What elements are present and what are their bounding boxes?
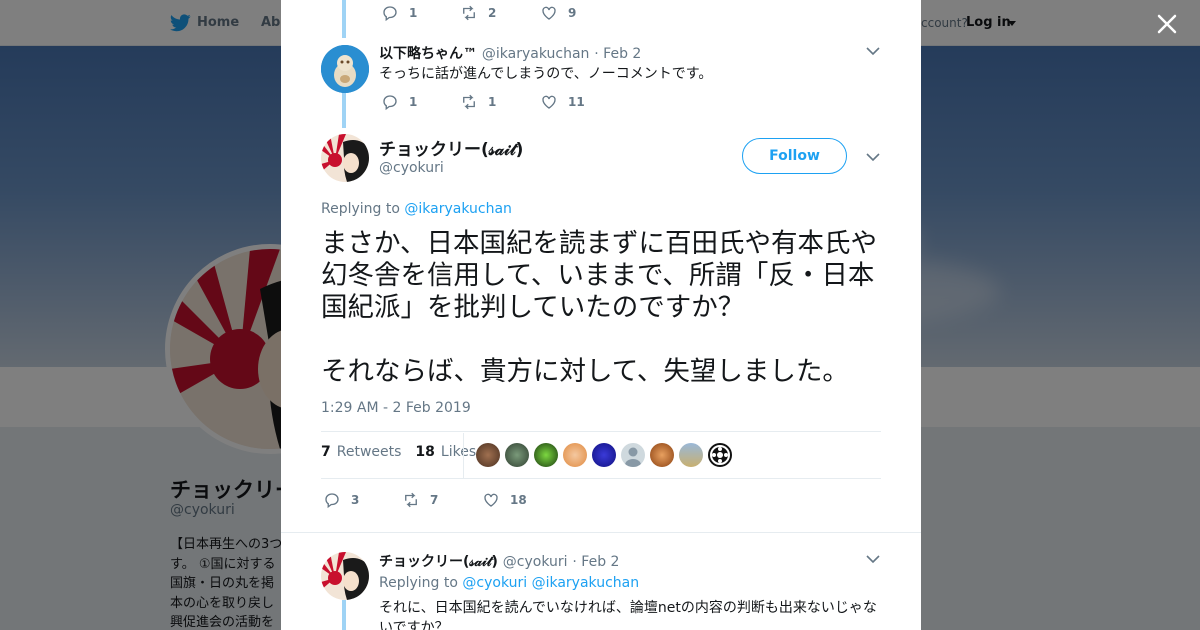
retweets-stat[interactable]: 7 Retweets xyxy=(321,444,401,460)
replying-to: Replying to @ikaryakuchan xyxy=(321,201,512,217)
replying-to-link[interactable]: @ikaryakuchan xyxy=(404,201,512,217)
display-name[interactable]: チョックリー(𝓈𝒶𝒾𝓉) xyxy=(379,554,498,570)
tweet-timestamp[interactable]: 1:29 AM - 2 Feb 2019 xyxy=(321,400,471,416)
stats-separator xyxy=(463,433,464,478)
replying-to-link[interactable]: @cyokuri xyxy=(462,575,527,591)
follow-button[interactable]: Follow xyxy=(742,138,847,174)
retweet-button[interactable]: 2 xyxy=(460,4,496,22)
liker-avatar[interactable] xyxy=(621,443,645,467)
liker-avatar[interactable] xyxy=(708,443,732,467)
tweet-text: それに、日本国紀を読んでいなければ、論壇netの内容の判断も出来ないじゃないです… xyxy=(379,600,877,630)
tweet-text: そっちに話が進んでしまうので、ノーコメントです。 xyxy=(379,66,713,82)
avatar[interactable] xyxy=(321,45,369,93)
retweet-icon xyxy=(463,94,475,110)
chevron-down-icon[interactable] xyxy=(866,555,880,564)
reply-icon xyxy=(325,493,339,509)
close-icon[interactable] xyxy=(1155,12,1179,36)
thread-connector xyxy=(342,92,346,128)
retweet-icon xyxy=(405,492,417,508)
like-button[interactable]: 18 xyxy=(482,491,527,509)
liker-avatar[interactable] xyxy=(650,443,674,467)
liker-avatar[interactable] xyxy=(534,443,558,467)
reply-button[interactable]: 1 xyxy=(381,93,417,111)
divider xyxy=(281,532,921,533)
divider xyxy=(321,478,881,479)
tweet-stats: 7 Retweets 18 Likes xyxy=(321,444,476,460)
user-handle[interactable]: @cyokuri xyxy=(379,160,444,176)
like-button[interactable]: 11 xyxy=(540,93,585,111)
user-handle[interactable]: @ikaryakuchan xyxy=(482,46,590,62)
likers-avatars xyxy=(476,443,737,467)
thread-connector xyxy=(342,0,346,38)
liker-avatar[interactable] xyxy=(563,443,587,467)
like-icon xyxy=(542,6,556,20)
reply-button[interactable]: 1 xyxy=(381,4,417,22)
like-button[interactable]: 9 xyxy=(540,4,576,22)
divider xyxy=(321,431,881,432)
liker-avatar[interactable] xyxy=(505,443,529,467)
retweet-button[interactable]: 7 xyxy=(402,491,438,509)
tweet-text: まさか、日本国紀を読まずに百田氏や有本氏や幻冬舎を信用して、いままで、所謂「反・… xyxy=(321,228,877,387)
reply-button[interactable]: 3 xyxy=(323,491,359,509)
tweet-date[interactable]: · Feb 2 xyxy=(594,46,641,62)
retweet-icon xyxy=(463,5,475,21)
chevron-down-icon[interactable] xyxy=(866,153,880,162)
replying-to: Replying to @cyokuri @ikaryakuchan xyxy=(379,575,640,591)
chevron-down-icon[interactable] xyxy=(866,47,880,56)
like-icon xyxy=(484,493,498,507)
replying-to-link[interactable]: @ikaryakuchan xyxy=(532,575,640,591)
liker-avatar[interactable] xyxy=(592,443,616,467)
liker-avatar[interactable] xyxy=(679,443,703,467)
reply-icon xyxy=(383,6,397,22)
like-icon xyxy=(542,95,556,109)
avatar[interactable] xyxy=(321,552,369,600)
thread-connector xyxy=(342,600,346,630)
tweet-modal: 1 2 9 以下略ちゃん™ @ikaryakuchan · Feb 2 そっちに… xyxy=(281,0,921,630)
display-name[interactable]: 以下略ちゃん™ xyxy=(379,46,477,62)
reply-icon xyxy=(383,95,397,111)
user-handle[interactable]: @cyokuri xyxy=(503,554,568,570)
avatar[interactable] xyxy=(321,134,369,182)
display-name[interactable]: チョックリー(𝓈𝒶𝒾𝓉) xyxy=(379,135,523,160)
retweet-button[interactable]: 1 xyxy=(460,93,496,111)
liker-avatar[interactable] xyxy=(476,443,500,467)
likes-stat[interactable]: 18 Likes xyxy=(415,444,476,460)
tweet-date[interactable]: · Feb 2 xyxy=(572,554,619,570)
